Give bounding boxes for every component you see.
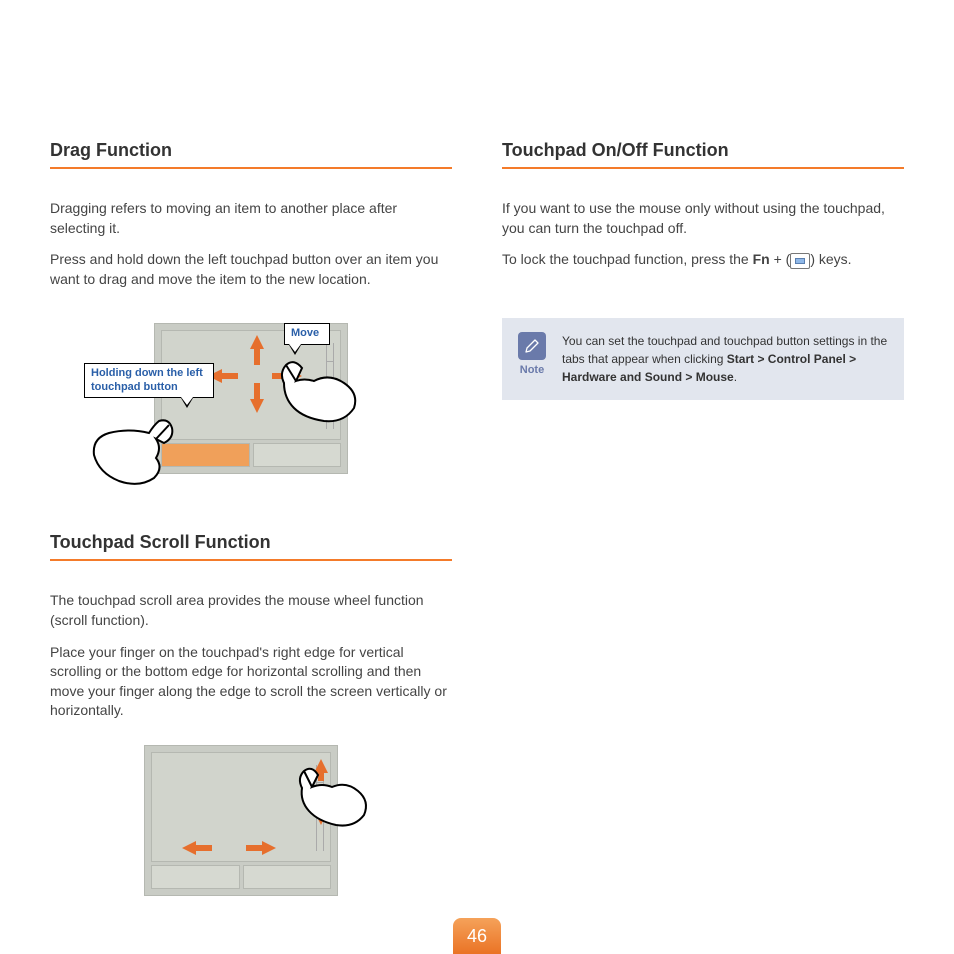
pencil-icon xyxy=(518,332,546,360)
hold-callout: Holding down the left touchpad button xyxy=(84,363,214,397)
drag-illustration: Move Holding down the left touchpad butt… xyxy=(50,303,452,504)
drag-function-heading: Drag Function xyxy=(50,140,452,169)
note-text: You can set the touchpad and touchpad bu… xyxy=(562,332,888,386)
scroll-hand-icon xyxy=(294,763,374,833)
left-touchpad-button xyxy=(151,865,240,889)
onoff-description-1: If you want to use the mouse only withou… xyxy=(502,199,904,238)
page-number: 46 xyxy=(453,918,501,954)
right-touchpad-button xyxy=(253,443,342,467)
left-hand-icon xyxy=(84,413,184,493)
move-callout: Move xyxy=(284,323,330,344)
note-box: Note You can set the touchpad and touchp… xyxy=(502,318,904,400)
right-touchpad-button xyxy=(243,865,332,889)
scroll-description-1: The touchpad scroll area provides the mo… xyxy=(50,591,452,630)
note-label: Note xyxy=(518,364,546,376)
scroll-description-2: Place your finger on the touchpad's righ… xyxy=(50,643,452,721)
drag-description-1: Dragging refers to moving an item to ano… xyxy=(50,199,452,238)
onoff-function-heading: Touchpad On/Off Function xyxy=(502,140,904,169)
onoff-description-2: To lock the touchpad function, press the… xyxy=(502,250,904,270)
fn-key-icon xyxy=(790,253,810,269)
right-hand-icon xyxy=(274,353,364,433)
drag-description-2: Press and hold down the left touchpad bu… xyxy=(50,250,452,289)
scroll-function-heading: Touchpad Scroll Function xyxy=(50,532,452,561)
scroll-illustration xyxy=(50,735,452,906)
